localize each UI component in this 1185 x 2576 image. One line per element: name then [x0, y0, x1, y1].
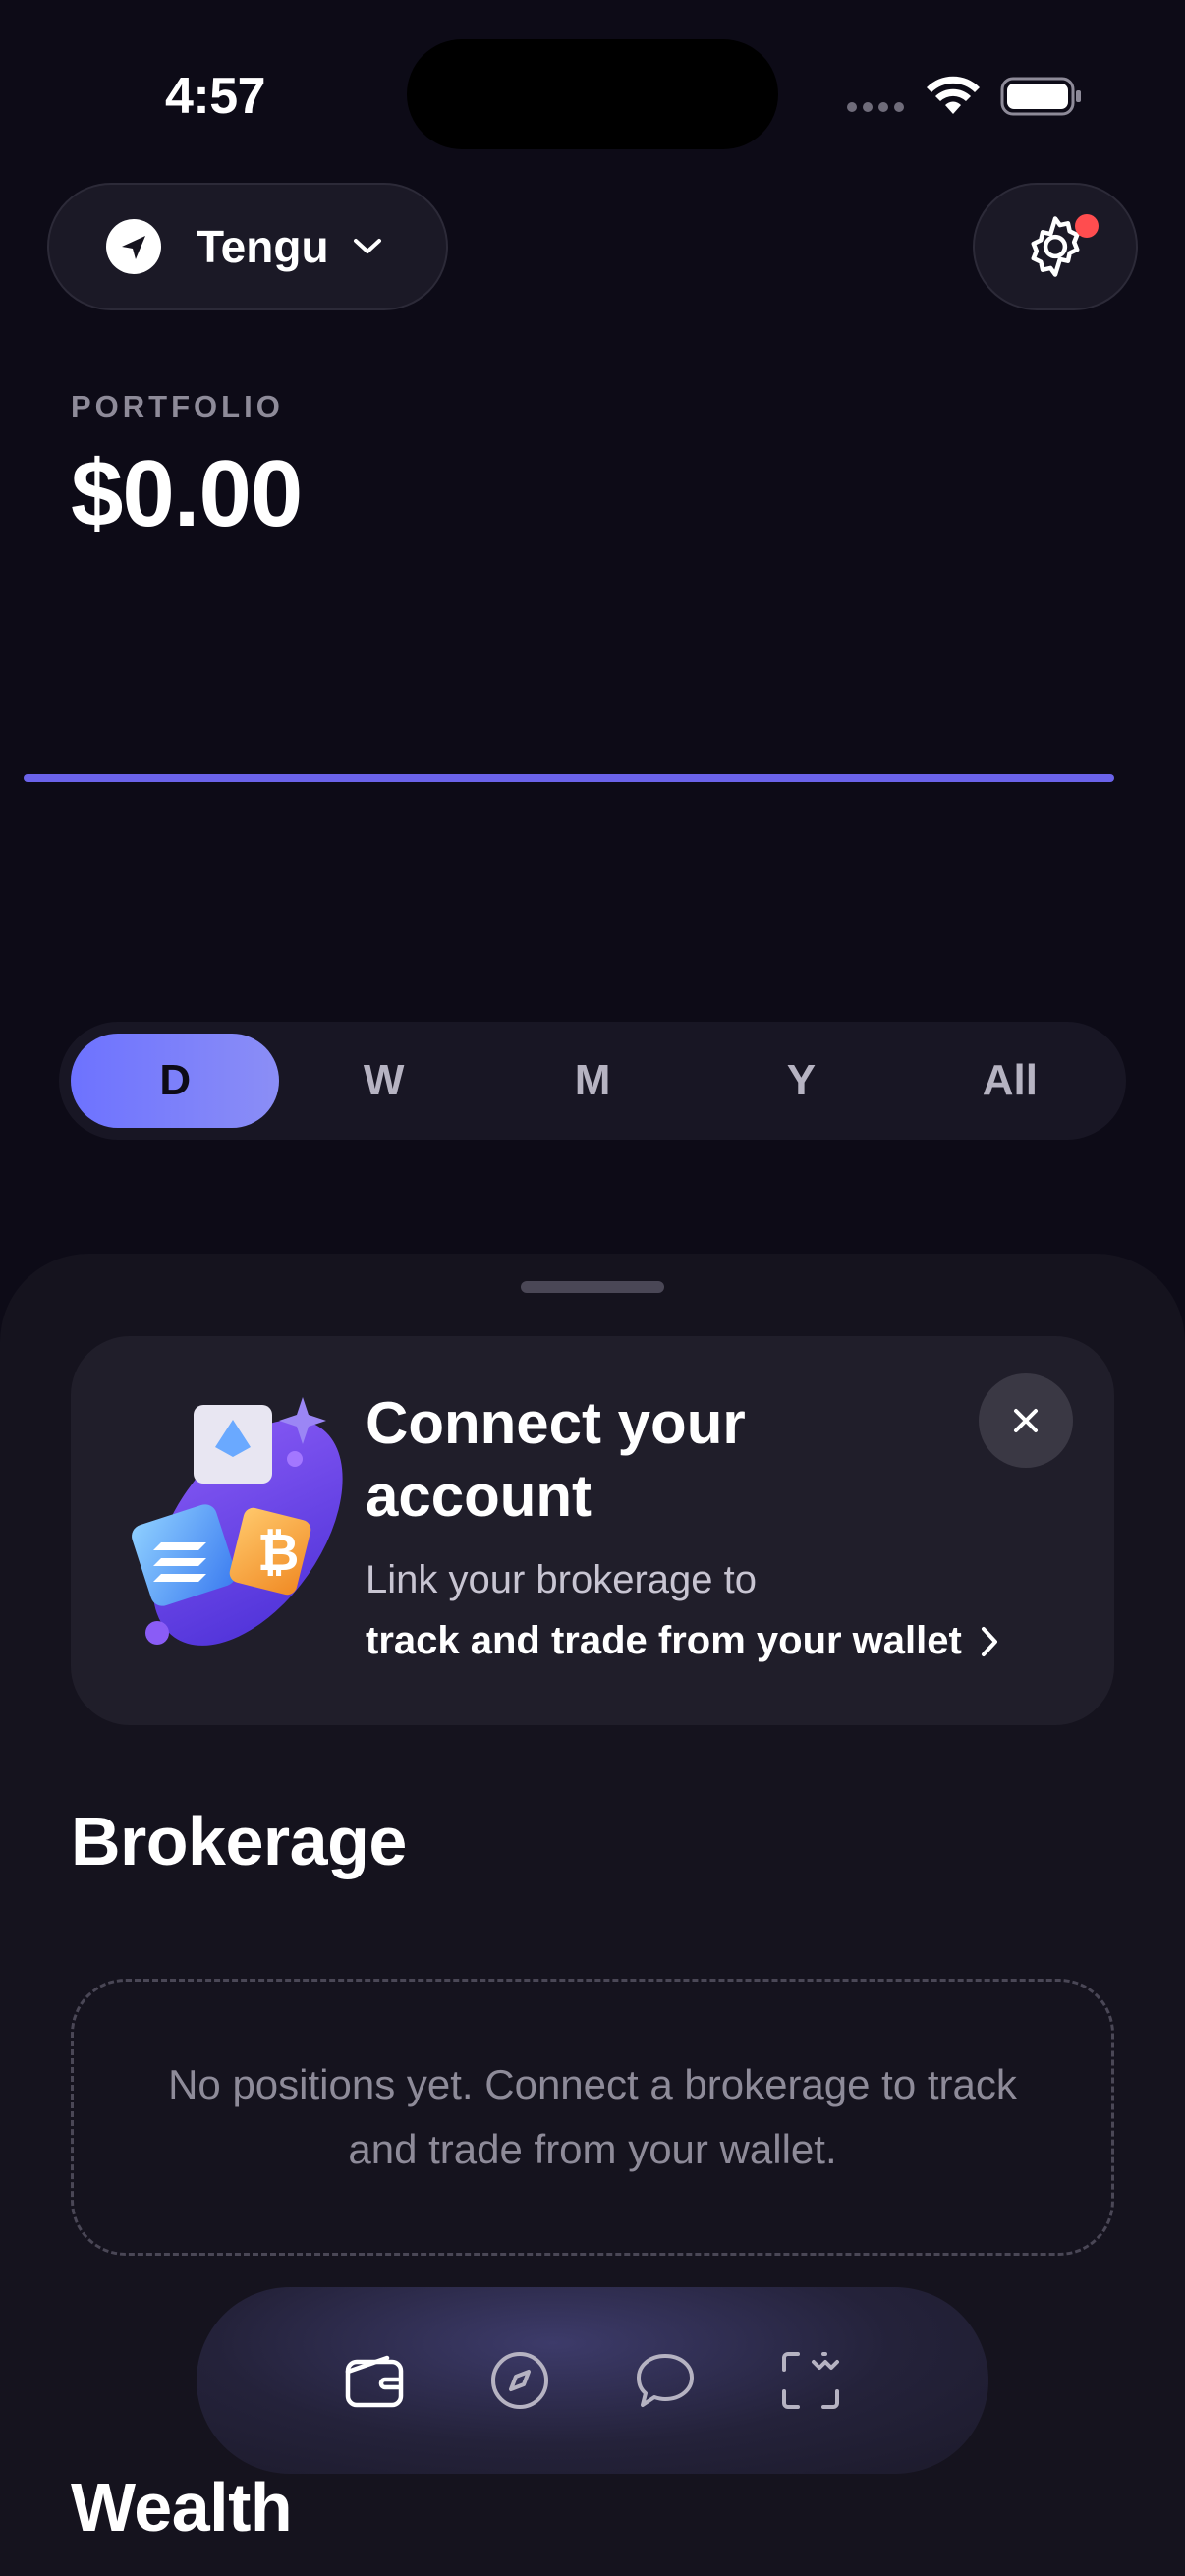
close-icon — [1014, 1409, 1038, 1432]
range-option-year[interactable]: Y — [697, 1034, 905, 1128]
connect-card-title: Connect your account — [366, 1390, 746, 1529]
chat-tab[interactable] — [635, 2350, 696, 2411]
brokerage-empty-state: No positions yet. Connect a brokerage to… — [71, 1979, 1114, 2256]
sheet-grabber[interactable] — [521, 1281, 664, 1293]
account-name: Tengu — [197, 221, 329, 272]
range-option-month[interactable]: M — [488, 1034, 697, 1128]
chevron-down-icon — [353, 239, 381, 253]
connect-account-card[interactable]: ₿ Connect your account Link your brokera… — [71, 1336, 1114, 1725]
close-card-button[interactable] — [979, 1373, 1073, 1468]
time-range-selector: D W M Y All — [59, 1022, 1126, 1140]
chat-icon — [637, 2354, 694, 2407]
settings-button[interactable] — [973, 183, 1138, 310]
range-option-all[interactable]: All — [906, 1034, 1114, 1128]
scan-tab[interactable] — [780, 2350, 841, 2411]
dynamic-island — [407, 39, 778, 149]
status-time: 4:57 — [165, 68, 266, 125]
connect-card-link[interactable]: track and trade from your wallet — [366, 1619, 999, 1663]
connect-card-subtitle: Link your brokerage to — [366, 1558, 758, 1601]
portfolio-label: PORTFOLIO — [71, 389, 284, 423]
battery-icon — [1000, 77, 1081, 116]
explore-tab[interactable] — [489, 2350, 550, 2411]
connect-card-link-text: track and trade from your wallet — [366, 1619, 962, 1662]
range-option-day[interactable]: D — [71, 1034, 280, 1128]
wifi-icon — [927, 76, 980, 114]
wallet-icon — [345, 2355, 404, 2408]
brokerage-section-title: Brokerage — [71, 1803, 407, 1879]
portfolio-value: $0.00 — [71, 441, 303, 546]
crypto-illustration-icon: ₿ — [132, 1397, 343, 1646]
chevron-right-icon — [981, 1626, 997, 1656]
scan-icon — [782, 2352, 839, 2409]
account-switcher[interactable]: Tengu — [47, 183, 448, 310]
cellular-signal-icon — [847, 102, 904, 112]
compass-icon — [491, 2352, 548, 2409]
bottom-tab-bar — [197, 2287, 988, 2474]
range-option-week[interactable]: W — [279, 1034, 487, 1128]
portfolio-chart-line — [24, 774, 1114, 782]
notification-badge — [1075, 214, 1099, 238]
wealth-section-title: Wealth — [71, 2469, 293, 2546]
account-logo-icon — [106, 219, 161, 274]
svg-text:₿: ₿ — [257, 1524, 299, 1583]
wallet-tab[interactable] — [344, 2350, 405, 2411]
